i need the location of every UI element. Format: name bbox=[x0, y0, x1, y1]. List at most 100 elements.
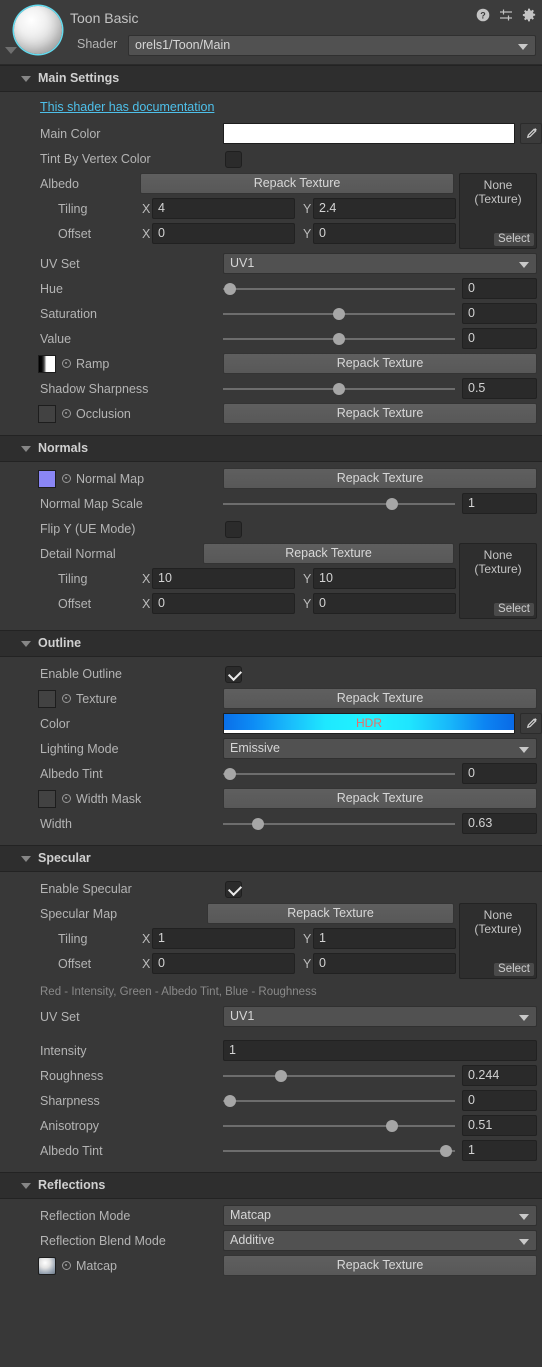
section-header-specular[interactable]: Specular bbox=[0, 845, 542, 872]
shader-dropdown[interactable]: orels1/Toon/Main bbox=[128, 35, 536, 56]
slider-knob[interactable] bbox=[223, 768, 236, 780]
albedo-repack-texture-button[interactable]: Repack Texture bbox=[140, 173, 454, 194]
main-uv-set-dropdown[interactable]: UV1 bbox=[223, 253, 537, 274]
matcap-toggle-icon[interactable] bbox=[62, 1261, 71, 1270]
specular-albedo-tint-value-input[interactable]: 1 bbox=[462, 1140, 537, 1161]
outline-texture-repack-button[interactable]: Repack Texture bbox=[223, 688, 537, 709]
slider-knob[interactable] bbox=[223, 1095, 236, 1107]
help-icon[interactable]: ? bbox=[476, 8, 490, 22]
outline-width-slider[interactable] bbox=[223, 818, 455, 830]
specular-sharpness-value-input[interactable]: 0 bbox=[462, 1090, 537, 1111]
albedo-offset-x-input[interactable]: 0 bbox=[152, 223, 295, 244]
saturation-slider[interactable] bbox=[223, 308, 455, 320]
value-slider[interactable] bbox=[223, 333, 455, 345]
section-header-main-settings[interactable]: Main Settings bbox=[0, 65, 542, 92]
detail-normal-tiling-y-input[interactable]: 10 bbox=[313, 568, 456, 589]
main-color-eyedropper-button[interactable] bbox=[520, 123, 542, 144]
matcap-repack-texture-button[interactable]: Repack Texture bbox=[223, 1255, 537, 1276]
normal-map-texture-swatch[interactable] bbox=[38, 470, 56, 488]
specular-offset-y-input[interactable]: 0 bbox=[313, 953, 456, 974]
flip-y-checkbox[interactable] bbox=[225, 521, 242, 538]
section-header-normals[interactable]: Normals bbox=[0, 435, 542, 462]
outline-color-swatch[interactable]: HDR bbox=[223, 713, 515, 734]
detail-normal-repack-texture-button[interactable]: Repack Texture bbox=[203, 543, 454, 564]
reflection-blend-mode-dropdown[interactable]: Additive bbox=[223, 1230, 537, 1251]
outline-albedo-tint-slider[interactable] bbox=[223, 768, 455, 780]
specular-anisotropy-value-input[interactable]: 0.51 bbox=[462, 1115, 537, 1136]
matcap-texture-swatch[interactable] bbox=[38, 1257, 56, 1275]
slider-knob[interactable] bbox=[223, 283, 236, 295]
ramp-repack-texture-button[interactable]: Repack Texture bbox=[223, 353, 537, 374]
slider-knob[interactable] bbox=[275, 1070, 287, 1082]
specular-intensity-input[interactable]: 1 bbox=[223, 1040, 537, 1061]
section-header-reflections[interactable]: Reflections bbox=[0, 1172, 542, 1199]
specular-roughness-value-input[interactable]: 0.244 bbox=[462, 1065, 537, 1086]
shadow-sharpness-value-input[interactable]: 0.5 bbox=[462, 378, 537, 399]
detail-normal-offset-x-input[interactable]: 0 bbox=[152, 593, 295, 614]
width-mask-repack-button[interactable]: Repack Texture bbox=[223, 788, 537, 809]
slider-knob[interactable] bbox=[386, 1120, 399, 1132]
specular-roughness-slider[interactable] bbox=[223, 1070, 455, 1082]
occlusion-toggle-icon[interactable] bbox=[62, 409, 71, 418]
specular-sharpness-slider[interactable] bbox=[223, 1095, 455, 1107]
main-color-row: Main Color bbox=[0, 123, 542, 145]
occlusion-repack-texture-button[interactable]: Repack Texture bbox=[223, 403, 537, 424]
outline-color-eyedropper-button[interactable] bbox=[520, 713, 542, 734]
normal-map-toggle-icon[interactable] bbox=[62, 474, 71, 483]
normal-map-scale-value-input[interactable]: 1 bbox=[462, 493, 537, 514]
specular-offset-label: Offset bbox=[58, 957, 92, 971]
saturation-value-input[interactable]: 0 bbox=[462, 303, 537, 324]
albedo-tiling-label: Tiling bbox=[58, 202, 88, 216]
tint-vertex-color-row: Tint By Vertex Color bbox=[0, 148, 542, 170]
documentation-link[interactable]: This shader has documentation bbox=[40, 100, 214, 114]
specular-offset-x-input[interactable]: 0 bbox=[152, 953, 295, 974]
tint-vertex-color-checkbox[interactable] bbox=[225, 151, 242, 168]
specular-uv-set-dropdown[interactable]: UV1 bbox=[223, 1006, 537, 1027]
specular-anisotropy-slider[interactable] bbox=[223, 1120, 455, 1132]
slider-knob[interactable] bbox=[333, 333, 345, 345]
enable-outline-checkbox[interactable] bbox=[225, 666, 242, 683]
slider-knob[interactable] bbox=[251, 818, 264, 830]
albedo-tiling-x-input[interactable]: 4 bbox=[152, 198, 295, 219]
detail-normal-offset-y-input[interactable]: 0 bbox=[313, 593, 456, 614]
outline-texture-swatch[interactable] bbox=[38, 690, 56, 708]
gear-icon[interactable] bbox=[522, 8, 536, 22]
preset-icon[interactable] bbox=[499, 8, 513, 22]
detail-normal-tiling-x-input[interactable]: 10 bbox=[152, 568, 295, 589]
specular-uv-set-value: UV1 bbox=[230, 1009, 255, 1023]
albedo-tiling-y-input[interactable]: 2.4 bbox=[313, 198, 456, 219]
slider-knob[interactable] bbox=[439, 1145, 452, 1157]
outline-width-value-input[interactable]: 0.63 bbox=[462, 813, 537, 834]
shadow-sharpness-slider[interactable] bbox=[223, 383, 455, 395]
reflection-blend-mode-row: Reflection Blend Mode Additive bbox=[0, 1230, 542, 1252]
ramp-toggle-icon[interactable] bbox=[62, 359, 71, 368]
specular-tiling-y-input[interactable]: 1 bbox=[313, 928, 456, 949]
reflection-mode-dropdown[interactable]: Matcap bbox=[223, 1205, 537, 1226]
value-value-input[interactable]: 0 bbox=[462, 328, 537, 349]
detail-normal-offset-label: Offset bbox=[58, 597, 92, 611]
specular-map-repack-button[interactable]: Repack Texture bbox=[207, 903, 454, 924]
width-mask-texture-swatch[interactable] bbox=[38, 790, 56, 808]
section-header-outline[interactable]: Outline bbox=[0, 630, 542, 657]
normal-map-scale-slider[interactable] bbox=[223, 498, 455, 510]
outline-albedo-tint-value-input[interactable]: 0 bbox=[462, 763, 537, 784]
width-mask-toggle-icon[interactable] bbox=[62, 794, 71, 803]
albedo-offset-y-input[interactable]: 0 bbox=[313, 223, 456, 244]
slider-knob[interactable] bbox=[333, 383, 345, 395]
slider-knob[interactable] bbox=[386, 498, 399, 510]
ramp-texture-swatch[interactable] bbox=[38, 355, 56, 373]
slider-knob[interactable] bbox=[333, 308, 345, 320]
specular-tiling-x-input[interactable]: 1 bbox=[152, 928, 295, 949]
normal-map-repack-texture-button[interactable]: Repack Texture bbox=[223, 468, 537, 489]
main-color-swatch[interactable] bbox=[223, 123, 515, 144]
occlusion-texture-swatch[interactable] bbox=[38, 405, 56, 423]
outline-texture-toggle-icon[interactable] bbox=[62, 694, 71, 703]
enable-specular-checkbox[interactable] bbox=[225, 881, 242, 898]
hue-slider[interactable] bbox=[223, 283, 455, 295]
specular-uv-set-label: UV Set bbox=[40, 1010, 80, 1024]
outline-color-row: Color HDR bbox=[0, 713, 542, 735]
hue-value-input[interactable]: 0 bbox=[462, 278, 537, 299]
specular-albedo-tint-slider[interactable] bbox=[223, 1145, 455, 1157]
outline-lighting-mode-dropdown[interactable]: Emissive bbox=[223, 738, 537, 759]
outline-albedo-tint-label: Albedo Tint bbox=[40, 767, 103, 781]
